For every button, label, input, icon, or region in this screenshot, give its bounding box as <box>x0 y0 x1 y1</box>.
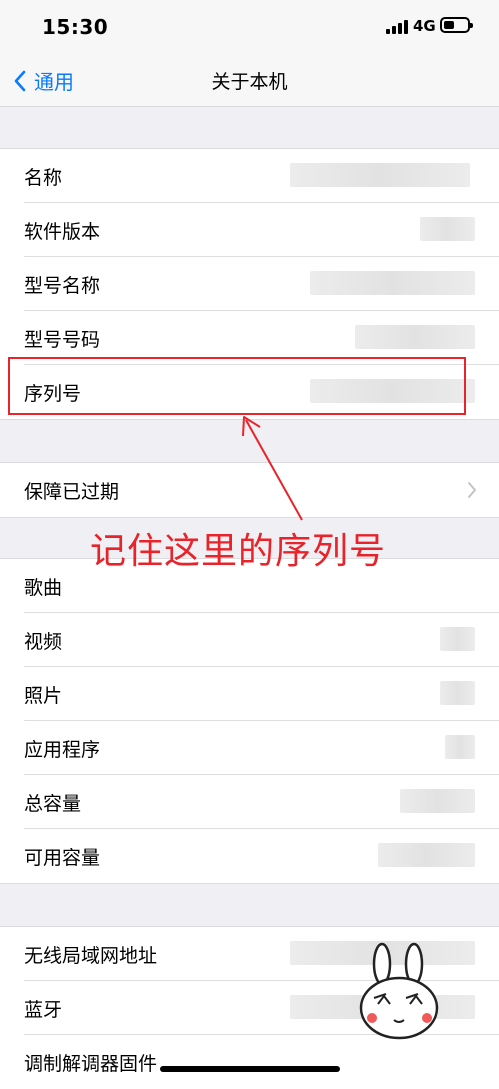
home-indicator <box>160 1066 340 1072</box>
bunny-sticker-icon <box>359 942 439 1040</box>
annotation-text: 记住这里的序列号 <box>90 531 387 572</box>
